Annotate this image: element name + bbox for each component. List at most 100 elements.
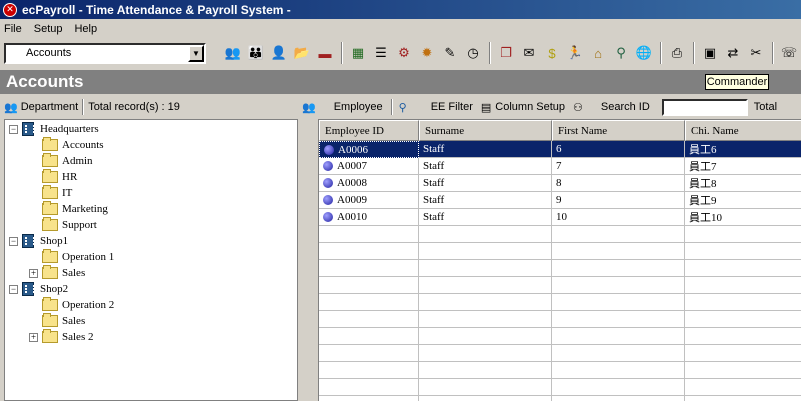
tree-node-department[interactable]: Sales [29,313,85,329]
folder-icon [42,313,58,327]
collapse-icon[interactable]: − [9,284,18,294]
folder-icon [42,217,58,231]
open-folder-icon[interactable]: 📂 [291,42,313,64]
employee-status-icon [323,195,333,205]
user-switch-icon[interactable]: ⇄ [722,42,744,64]
employee-toolbar: 👥 Employee ⚲ EE Filter ▤ Column Setup ⚇ … [302,96,801,118]
department-icon: 👥 [4,101,18,114]
globe-icon[interactable]: 🌐 [633,42,655,64]
department-tree[interactable]: − Headquarters Accounts Admin HR IT Marketing S… [4,119,298,401]
tree-node-department[interactable]: Operation 1 [29,249,114,265]
tree-node-site[interactable]: − Headquarters [9,121,99,137]
column-setup-label: Column Setup [495,101,565,113]
tree-node-department[interactable]: Marketing [29,201,108,217]
tree-node-department[interactable]: Admin [29,153,93,169]
tree-node-label: Operation 2 [62,299,115,311]
table-cell-surname: Staff [419,209,552,226]
tree-node-site[interactable]: − Shop2 [9,281,68,297]
department-button[interactable]: 👥 Department [0,101,82,114]
collapse-icon[interactable]: − [9,236,18,246]
module-select[interactable]: Accounts ▼ [4,42,206,64]
column-setup-button[interactable]: ▤ Column Setup [481,101,565,114]
department-icon[interactable]: 👪 [245,42,267,64]
search-id-input[interactable] [661,98,748,116]
save-icon[interactable]: ▬ [314,42,336,64]
empty-table-row [319,277,801,294]
table-row[interactable]: A0010 Staff 10 員工10 [319,209,801,226]
toolbar-separator [693,42,695,64]
user-icon[interactable]: 👤 [268,42,290,64]
table-cell-first: 10 [552,209,685,226]
table-cell-surname [419,311,552,328]
tree-node-department[interactable]: Support [29,217,97,233]
tools-icon[interactable]: ✎ [439,42,461,64]
folder-icon [42,297,58,311]
empty-table-row [319,260,801,277]
tree-node-label: Marketing [62,203,108,215]
column-header-employee-id[interactable]: Employee ID [319,120,419,141]
clock-icon[interactable]: ◷ [462,42,484,64]
table-cell-id: A0010 [319,209,419,226]
building-icon [22,122,35,136]
expand-icon[interactable]: + [29,332,38,342]
app-icon[interactable]: ✕ [3,2,17,17]
tree-node-label: Headquarters [40,123,99,135]
home-icon[interactable]: ⌂ [587,42,609,64]
table-cell-first [552,277,685,294]
tree-node-department[interactable]: HR [29,169,77,185]
search-button[interactable]: ⚇ Search ID [573,101,650,114]
table-row[interactable]: A0006 Staff 6 員工6 [319,141,801,158]
table-cell-first [552,226,685,243]
table-cell-chi: 員工9 [685,192,801,209]
table-row[interactable]: A0008 Staff 8 員工8 [319,175,801,192]
print-icon[interactable]: ⎙ [666,42,688,64]
table-cell-first: 9 [552,192,685,209]
money-icon[interactable]: $ [541,42,563,64]
report-icon[interactable]: ☰ [370,42,392,64]
column-header-surname[interactable]: Surname [419,120,552,141]
tree-node-site[interactable]: − Shop1 [9,233,68,249]
employee-button[interactable]: 👥 Employee [302,101,383,114]
building-icon [22,234,35,248]
ee-filter-button[interactable]: ⚲ EE Filter [399,101,473,114]
gear-icon[interactable]: ✹ [416,42,438,64]
monitor-icon[interactable]: ▣ [699,42,721,64]
menu-help[interactable]: Help [74,23,97,35]
total-records: Total record(s) : 19 [88,101,180,113]
table-row[interactable]: A0009 Staff 9 員工9 [319,192,801,209]
menu-file[interactable]: File [4,23,22,35]
wrench-icon[interactable]: ✂ [745,42,767,64]
tree-node-department[interactable]: + Sales [29,265,85,281]
cell-text: 員工9 [689,195,717,207]
expand-icon[interactable]: + [29,268,38,278]
globe-user-icon[interactable]: ⚲ [610,42,632,64]
table-row[interactable]: A0007 Staff 7 員工7 [319,158,801,175]
chevron-down-icon[interactable]: ▼ [188,44,204,62]
tree-node-department[interactable]: Operation 2 [29,297,114,313]
tree-node-department[interactable]: Accounts [29,137,104,153]
collapse-icon[interactable]: − [9,124,18,134]
table-cell-id: A0007 [319,158,419,175]
table-cell-id [319,277,419,294]
table-cell-surname [419,260,552,277]
menu-setup[interactable]: Setup [34,23,63,35]
column-header-chi-name[interactable]: Chi. Name [685,120,801,141]
column-header-first-name[interactable]: First Name [552,120,685,141]
copy-icon[interactable]: ❐ [495,42,517,64]
run-icon[interactable]: 🏃 [564,42,586,64]
phone-icon[interactable]: ☏ [778,42,800,64]
pane-splitter[interactable] [300,96,316,401]
cell-text: 6 [556,143,562,155]
employee-grid[interactable]: Employee ID Surname First Name Chi. Name… [318,119,801,401]
title-bar: ✕ ecPayroll - Time Attendance & Payroll … [0,0,801,19]
tree-node-department[interactable]: IT [29,185,72,201]
settings-icon[interactable]: ⚙ [393,42,415,64]
table-cell-chi [685,396,801,401]
table-cell-chi: 員工10 [685,209,801,226]
mail-icon[interactable]: ✉ [518,42,540,64]
cell-text: A0008 [337,177,367,189]
folder-icon [42,201,58,215]
calendar-icon[interactable]: ▦ [347,42,369,64]
employees-icon[interactable]: 👥 [222,42,244,64]
tree-node-department[interactable]: + Sales 2 [29,329,93,345]
